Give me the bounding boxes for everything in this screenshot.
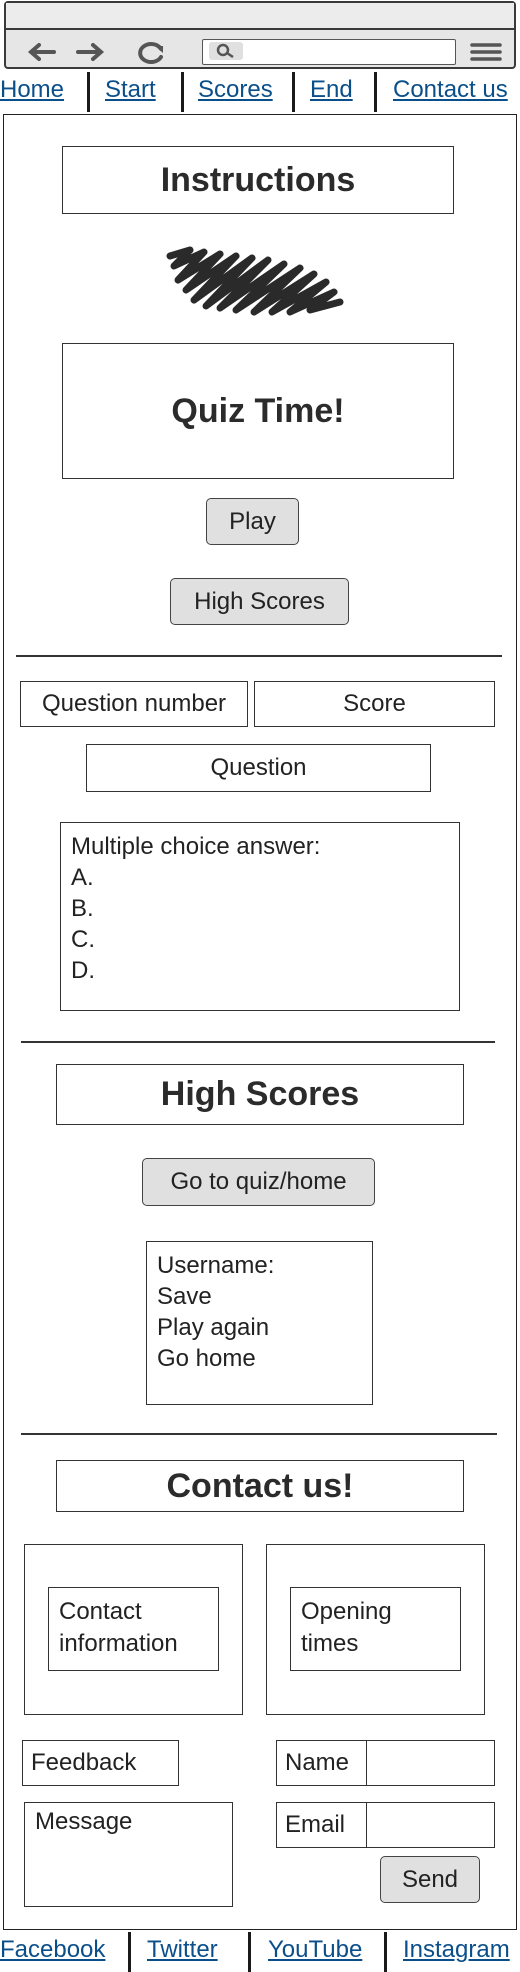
opening-times-label: Opening times xyxy=(290,1587,461,1671)
url-bar[interactable] xyxy=(202,39,456,65)
footer-links: Facebook Twitter YouTube Instagram xyxy=(0,1930,520,1972)
footer-link-instagram[interactable]: Instagram xyxy=(403,1936,510,1964)
browser-title-bar xyxy=(6,3,514,30)
nav-link-scores[interactable]: Scores xyxy=(198,76,273,104)
section-divider xyxy=(16,655,502,657)
email-input[interactable] xyxy=(366,1802,495,1848)
browser-window-chrome xyxy=(4,1,516,69)
reload-icon[interactable] xyxy=(134,39,168,65)
nav-link-end[interactable]: End xyxy=(310,76,353,104)
footer-separator xyxy=(128,1932,131,1972)
play-button[interactable]: Play xyxy=(206,498,299,545)
forward-arrow-icon[interactable] xyxy=(74,39,108,65)
back-arrow-icon[interactable] xyxy=(24,39,58,65)
score-label: Score xyxy=(254,681,495,727)
message-textarea[interactable]: Message xyxy=(24,1802,233,1907)
search-icon xyxy=(209,42,243,60)
save-option[interactable]: Save xyxy=(157,1281,362,1312)
footer-separator xyxy=(384,1932,387,1972)
answer-option-d[interactable]: D. xyxy=(71,955,449,986)
username-label: Username: xyxy=(157,1252,275,1279)
high-scores-button[interactable]: High Scores xyxy=(170,578,349,625)
go-to-quiz-home-button[interactable]: Go to quiz/home xyxy=(142,1158,375,1206)
email-label: Email xyxy=(276,1802,367,1848)
footer-separator xyxy=(248,1932,251,1972)
hamburger-menu-icon[interactable] xyxy=(469,41,503,63)
send-button[interactable]: Send xyxy=(380,1856,480,1903)
section-divider xyxy=(21,1041,495,1043)
answers-heading: Multiple choice answer: xyxy=(71,833,321,860)
nav-link-contact[interactable]: Contact us xyxy=(393,76,508,104)
answers-box: Multiple choice answer: A. B. C. D. xyxy=(60,822,460,1011)
nav-separator xyxy=(292,72,295,112)
name-input[interactable] xyxy=(366,1740,495,1786)
answer-option-a[interactable]: A. xyxy=(71,862,449,893)
play-again-option[interactable]: Play again xyxy=(157,1312,362,1343)
answer-option-b[interactable]: B. xyxy=(71,893,449,924)
question-number-label: Question number xyxy=(20,681,248,727)
nav-separator xyxy=(181,72,184,112)
feedback-label: Feedback xyxy=(22,1740,179,1786)
footer-link-facebook[interactable]: Facebook xyxy=(0,1936,105,1964)
footer-link-youtube[interactable]: YouTube xyxy=(268,1936,362,1964)
high-scores-title: High Scores xyxy=(56,1064,464,1125)
nav-separator xyxy=(374,72,377,112)
answer-option-c[interactable]: C. xyxy=(71,924,449,955)
footer-link-twitter[interactable]: Twitter xyxy=(147,1936,218,1964)
nav-link-start[interactable]: Start xyxy=(105,76,156,104)
go-home-option[interactable]: Go home xyxy=(157,1343,362,1374)
name-label: Name xyxy=(276,1740,367,1786)
nav-link-home[interactable]: Home xyxy=(0,76,64,104)
high-scores-panel: Username: Save Play again Go home xyxy=(146,1241,373,1405)
contact-title: Contact us! xyxy=(56,1460,464,1512)
top-navigation: Home Start Scores End Contact us xyxy=(0,70,520,114)
question-label: Question xyxy=(86,744,431,792)
instructions-title: Instructions xyxy=(62,146,454,214)
contact-information-label: Contact information xyxy=(48,1587,219,1671)
scribble-image-placeholder xyxy=(164,244,350,316)
nav-separator xyxy=(87,72,90,112)
section-divider xyxy=(21,1433,497,1435)
quiz-title: Quiz Time! xyxy=(62,343,454,479)
